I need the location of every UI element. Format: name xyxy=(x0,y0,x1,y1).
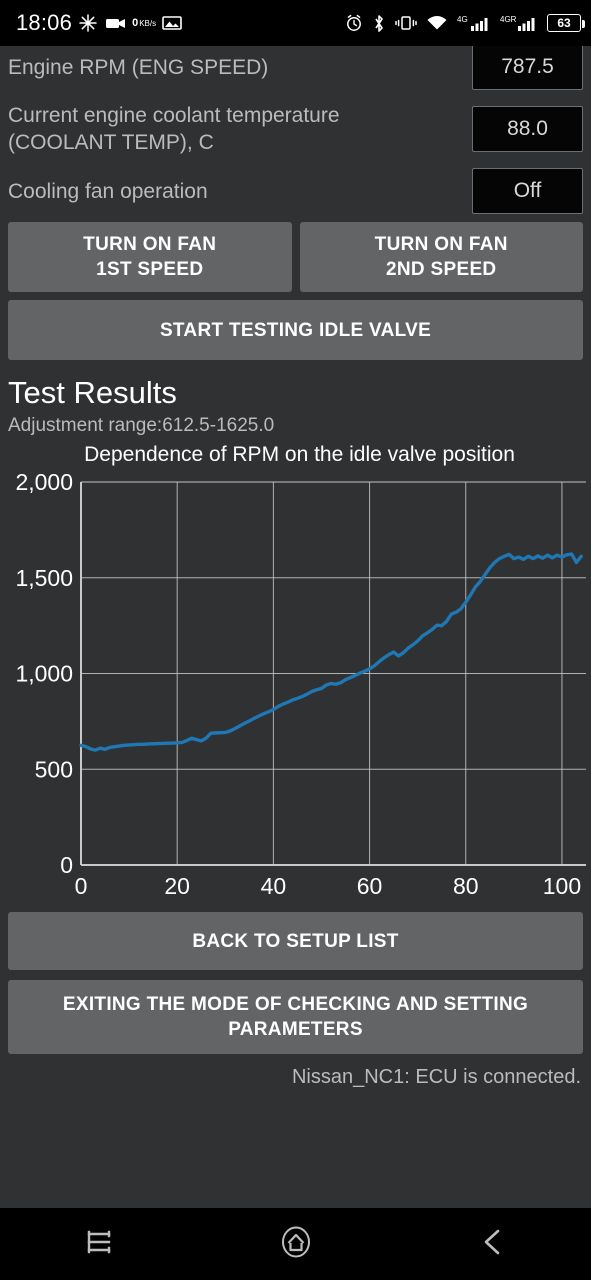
burst-icon xyxy=(78,13,98,33)
fan1-label-line2: 1ST SPEED xyxy=(96,259,204,280)
param-row-cooling-fan: Cooling fan operation Off xyxy=(8,160,583,222)
status-bar-right: 4G 4GR 63 xyxy=(345,14,585,33)
status-bar-left: 18:06 0 KB/s xyxy=(16,10,182,36)
fan2-label-line2: 2ND SPEED xyxy=(386,259,497,280)
svg-text:20: 20 xyxy=(164,873,190,899)
image-icon xyxy=(162,15,182,31)
svg-text:4G: 4G xyxy=(457,15,468,24)
signal-icon: 4GR xyxy=(500,14,538,32)
wifi-icon xyxy=(426,15,448,32)
camera-icon xyxy=(104,15,126,31)
network-speed-unit: KB/s xyxy=(139,19,157,28)
param-label: Engine RPM (ENG SPEED) xyxy=(8,55,269,79)
svg-text:100: 100 xyxy=(543,873,581,899)
bluetooth-icon xyxy=(372,14,386,33)
svg-text:500: 500 xyxy=(35,756,73,782)
exit-mode-button[interactable]: EXITING THE MODE OF CHECKING AND SETTING… xyxy=(8,980,583,1054)
svg-text:0: 0 xyxy=(60,852,73,878)
recents-icon xyxy=(81,1224,117,1265)
svg-text:0: 0 xyxy=(75,873,88,899)
turn-on-fan-1st-speed-button[interactable]: TURN ON FAN 1ST SPEED xyxy=(8,222,292,292)
svg-text:1,000: 1,000 xyxy=(15,661,73,687)
battery-icon: 63 xyxy=(547,14,585,32)
svg-text:40: 40 xyxy=(261,873,287,899)
home-icon xyxy=(277,1223,315,1266)
back-button[interactable] xyxy=(448,1208,538,1280)
rpm-chart: Dependence of RPM on the idle valve posi… xyxy=(8,442,591,902)
network-speed-indicator: 0 KB/s xyxy=(132,18,157,29)
signal-icon: 4G xyxy=(457,14,491,32)
svg-text:1,500: 1,500 xyxy=(15,565,73,591)
status-bar: 18:06 0 KB/s 4G 4GR 63 xyxy=(0,0,591,46)
back-to-setup-list-button[interactable]: BACK TO SETUP LIST xyxy=(8,912,583,970)
svg-text:4GR: 4GR xyxy=(500,15,517,24)
fan1-label-line1: TURN ON FAN xyxy=(83,234,217,255)
param-value-cooling-fan: Off xyxy=(472,168,583,214)
test-results-heading: Test Results xyxy=(8,375,177,410)
param-value-engine-rpm: 787.5 xyxy=(472,44,583,90)
param-label: Cooling fan operation xyxy=(8,179,208,203)
turn-on-fan-2nd-speed-button[interactable]: TURN ON FAN 2ND SPEED xyxy=(299,222,583,292)
main-content: Engine RPM (ENG SPEED) 787.5 Current eng… xyxy=(0,36,591,1208)
param-row-coolant-temp: Current engine coolant temperature (COOL… xyxy=(8,98,583,160)
vibrate-icon xyxy=(395,14,417,32)
battery-level: 63 xyxy=(557,16,571,30)
start-testing-idle-valve-button[interactable]: START TESTING IDLE VALVE xyxy=(8,300,583,360)
exit-label-line2: PARAMETERS xyxy=(228,1019,363,1040)
system-nav-bar xyxy=(0,1208,591,1280)
back-to-setup-label: BACK TO SETUP LIST xyxy=(192,930,399,952)
svg-text:60: 60 xyxy=(357,873,383,899)
svg-text:2,000: 2,000 xyxy=(15,469,73,495)
exit-label-line1: EXITING THE MODE OF CHECKING AND SETTING xyxy=(62,994,529,1015)
home-button[interactable] xyxy=(251,1208,341,1280)
bottom-button-group: BACK TO SETUP LIST EXITING THE MODE OF C… xyxy=(8,912,583,1054)
status-clock: 18:06 xyxy=(16,10,73,35)
chart-canvas: 0 500 1,000 1,500 2,000 0 20 40 60 80 100 xyxy=(15,469,586,899)
alarm-icon xyxy=(345,14,363,32)
fan-button-row: TURN ON FAN 1ST SPEED TURN ON FAN 2ND SP… xyxy=(8,222,583,292)
ecu-status-text: Nissan_NC1: ECU is connected. xyxy=(291,1066,581,1088)
start-test-label: START TESTING IDLE VALVE xyxy=(159,319,432,341)
recents-button[interactable] xyxy=(54,1208,144,1280)
param-value-coolant-temp: 88.0 xyxy=(472,106,583,152)
adjustment-range-text: Adjustment range:612.5-1625.0 xyxy=(8,415,275,436)
param-label: Current engine coolant temperature (COOL… xyxy=(8,104,340,154)
app-root: 18:06 0 KB/s 4G 4GR 63 Engine RPM (ENG S… xyxy=(0,0,591,1280)
back-icon xyxy=(476,1225,510,1264)
fan2-label-line1: TURN ON FAN xyxy=(374,234,508,255)
svg-text:80: 80 xyxy=(453,873,479,899)
